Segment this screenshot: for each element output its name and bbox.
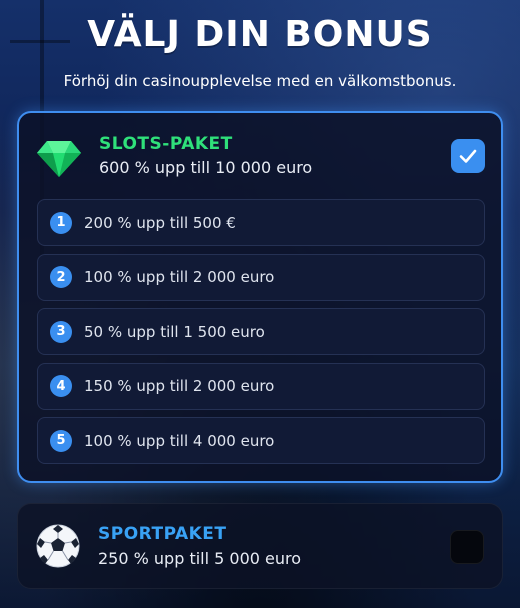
tier-number-badge: 4 [50, 375, 72, 397]
bonus-tier: 3 50 % upp till 1 500 euro [37, 308, 485, 355]
page-title: VÄLJ DIN BONUS [87, 14, 433, 55]
package-description: 600 % upp till 10 000 euro [99, 158, 313, 177]
slots-package-card[interactable]: SLOTS-PAKET 600 % upp till 10 000 euro 1… [17, 111, 503, 483]
tier-number-badge: 5 [50, 429, 72, 452]
tier-text: 100 % upp till 2 000 euro [84, 268, 275, 286]
tier-number-badge: 2 [50, 266, 72, 288]
checkmark-icon [459, 149, 477, 163]
tier-text: 150 % upp till 2 000 euro [84, 377, 275, 395]
package-name: SLOTS-PAKET [99, 134, 233, 154]
sport-package-card[interactable]: SPORTPAKET 250 % upp till 5 000 euro [17, 503, 503, 589]
slots-package-checkbox[interactable] [451, 139, 485, 173]
package-description: 250 % upp till 5 000 euro [98, 549, 302, 568]
bonus-tier: 1 200 % upp till 500 € [37, 199, 485, 246]
bonus-tier: 4 150 % upp till 2 000 euro [37, 362, 485, 410]
package-name: SPORTPAKET [98, 524, 227, 544]
tier-number-badge: 1 [50, 211, 72, 234]
emerald-gem-icon [35, 133, 83, 181]
page-subtitle: Förhöj din casinoupplevelse med en välko… [63, 72, 457, 90]
tier-text: 50 % upp till 1 500 euro [84, 322, 265, 341]
bonus-tier-list: 1 200 % upp till 500 € 2 100 % upp till … [37, 199, 485, 472]
bonus-tier: 2 100 % upp till 2 000 euro [37, 253, 485, 301]
soccer-ball-icon [34, 522, 82, 570]
sport-package-checkbox[interactable] [450, 530, 484, 564]
bonus-tier: 5 100 % upp till 4 000 euro [37, 417, 485, 464]
tier-number-badge: 3 [50, 320, 72, 343]
tier-text: 200 % upp till 500 € [84, 213, 236, 232]
tier-text: 100 % upp till 4 000 euro [84, 431, 275, 450]
